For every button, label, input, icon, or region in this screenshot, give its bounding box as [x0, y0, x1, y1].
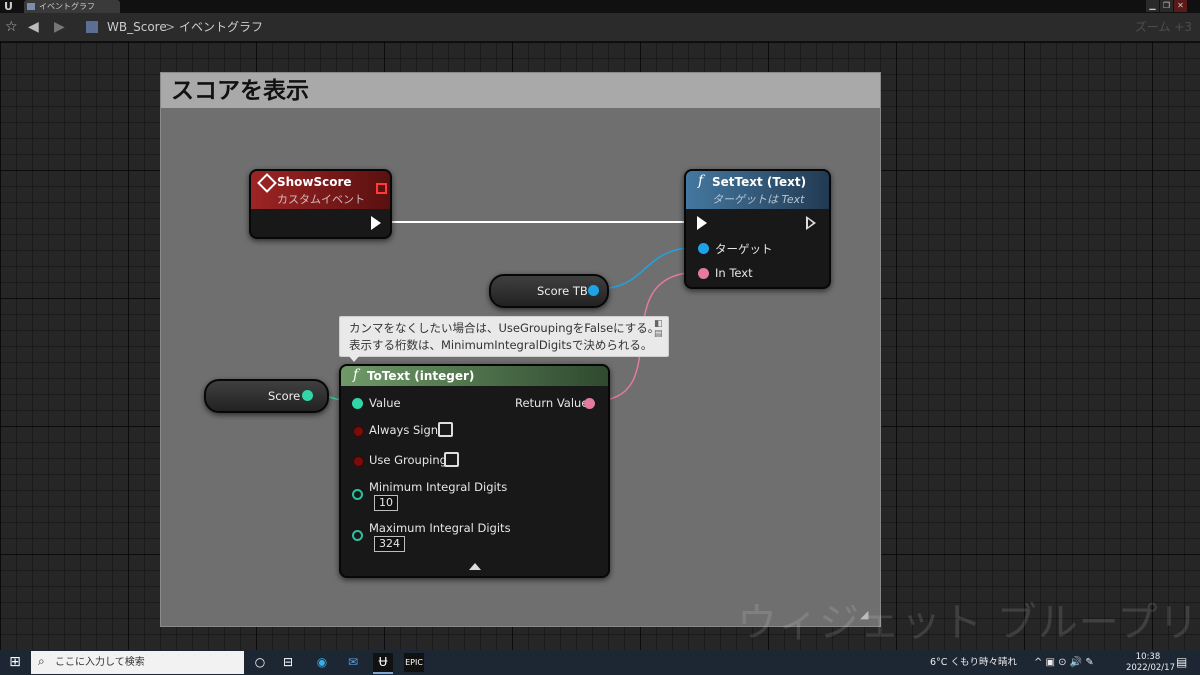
set-text-node[interactable]: f SetText (Text) ターゲットは Text ターゲット In Te…: [684, 169, 831, 289]
search-icon: ⌕: [38, 654, 45, 668]
value-pin[interactable]: [352, 398, 363, 409]
windows-start-icon[interactable]: ⊞: [0, 650, 30, 675]
task-view-icon[interactable]: ○: [250, 653, 270, 672]
score-pin[interactable]: [302, 390, 313, 401]
use-grouping-pin[interactable]: [353, 456, 364, 467]
use-grouping-checkbox[interactable]: [444, 452, 459, 467]
return-value-label: Return Value: [515, 396, 589, 410]
zoom-level: ズーム +3: [1134, 20, 1192, 34]
graph-toolbar: ☆ ◀ ▶ WB_Score > イベントグラフ ズーム +3: [0, 13, 1200, 42]
blueprint-icon: [27, 3, 35, 10]
widgets-icon[interactable]: ⊟: [278, 653, 298, 672]
score-label: Score: [268, 389, 301, 403]
max-digits-pin[interactable]: [352, 530, 363, 541]
always-sign-checkbox[interactable]: [438, 422, 453, 437]
unreal-engine-icon[interactable]: Ʉ: [373, 653, 393, 674]
to-text-node[interactable]: f ToText (integer) Value Return Value Al…: [339, 364, 610, 578]
set-text-title: SetText (Text): [712, 175, 807, 189]
delegate-pin[interactable]: [376, 183, 387, 194]
max-digits-input[interactable]: 324: [374, 536, 405, 552]
star-icon[interactable]: ☆: [5, 13, 18, 41]
min-digits-label: Minimum Integral Digits: [369, 480, 508, 494]
maximize-button[interactable]: ❐: [1160, 0, 1173, 12]
system-tray-icons[interactable]: ^ ▣ ⊙ 🔊 ✎: [1034, 650, 1094, 675]
return-value-pin[interactable]: [584, 398, 595, 409]
always-sign-label: Always Sign: [369, 423, 439, 437]
node-comment-bubble[interactable]: カンマをなくしたい場合は、UseGroupingをFalseにする。 表示する桁…: [339, 316, 669, 357]
title-bar: U イベントグラフ ▁ ❐ ✕: [0, 0, 1200, 13]
use-grouping-label: Use Grouping: [369, 453, 447, 467]
show-score-node[interactable]: ShowScore カスタムイベント: [249, 169, 392, 239]
breadcrumb-wb-score[interactable]: WB_Score: [107, 13, 167, 41]
to-text-title: ToText (integer): [367, 369, 475, 383]
exec-input-pin[interactable]: [697, 216, 707, 230]
pin-comment-icon[interactable]: ◧ ▤: [654, 319, 663, 339]
show-score-title: ShowScore: [277, 175, 352, 189]
function-icon: f: [353, 367, 359, 383]
target-pin-label: ターゲット: [715, 242, 773, 256]
node-comment-line-2: 表示する桁数は、MinimumIntegralDigitsで決められる。: [349, 338, 653, 352]
minimize-button[interactable]: ▁: [1146, 0, 1159, 12]
value-pin-label: Value: [369, 396, 401, 410]
breadcrumb-event-graph[interactable]: イベントグラフ: [179, 13, 263, 41]
unreal-logo-icon: U: [4, 0, 13, 13]
collapse-advanced-icon[interactable]: [469, 563, 481, 570]
widget-blueprint-icon: [86, 21, 98, 33]
in-text-pin[interactable]: [698, 268, 709, 279]
score-tb-pin[interactable]: [588, 285, 599, 296]
back-arrow-icon[interactable]: ◀: [28, 13, 39, 41]
set-text-subtitle: ターゲットは Text: [712, 193, 805, 206]
taskbar-search-box[interactable]: ⌕ ここに入力して検索: [31, 651, 244, 674]
close-button[interactable]: ✕: [1174, 0, 1187, 12]
exec-output-hollow: [808, 219, 813, 227]
node-comment-line-1: カンマをなくしたい場合は、UseGroupingをFalseにする。: [349, 321, 660, 335]
node-comment-tail: [348, 355, 360, 362]
min-digits-input[interactable]: 10: [374, 495, 398, 511]
epic-games-icon[interactable]: EPIC: [404, 653, 424, 672]
min-digits-pin[interactable]: [352, 489, 363, 500]
clock-date[interactable]: 2022/02/17: [1126, 663, 1175, 673]
weather-widget[interactable]: 6°C くもり時々晴れ: [930, 650, 1017, 675]
in-text-pin-label: In Text: [715, 266, 753, 280]
function-icon: f: [698, 173, 704, 189]
always-sign-pin[interactable]: [353, 426, 364, 437]
notification-icon[interactable]: ▤: [1176, 655, 1187, 669]
windows-taskbar: ⊞ ⌕ ここに入力して検索 ○ ⊟ ◉ ✉ Ʉ EPIC 6°C くもり時々晴れ…: [0, 650, 1200, 675]
clock-time[interactable]: 10:38: [1126, 652, 1170, 662]
comment-title: スコアを表示: [171, 78, 309, 104]
mail-icon[interactable]: ✉: [343, 653, 363, 672]
score-tb-label: Score TB: [537, 284, 588, 298]
document-tab-label: イベントグラフ: [39, 2, 95, 11]
edge-browser-icon[interactable]: ◉: [312, 653, 332, 672]
exec-output-pin[interactable]: [371, 216, 381, 230]
document-tab[interactable]: イベントグラフ: [24, 0, 120, 13]
max-digits-label: Maximum Integral Digits: [369, 521, 511, 535]
watermark: ウィジェット ブループリント: [737, 600, 1200, 646]
forward-arrow-icon[interactable]: ▶: [54, 13, 65, 41]
search-placeholder: ここに入力して検索: [55, 657, 145, 668]
show-score-subtitle: カスタムイベント: [277, 193, 365, 206]
target-pin[interactable]: [698, 243, 709, 254]
score-variable[interactable]: Score: [204, 379, 329, 413]
breadcrumb-separator: >: [165, 20, 176, 34]
comment-header[interactable]: スコアを表示: [161, 73, 880, 108]
score-tb-variable[interactable]: Score TB: [489, 274, 609, 308]
